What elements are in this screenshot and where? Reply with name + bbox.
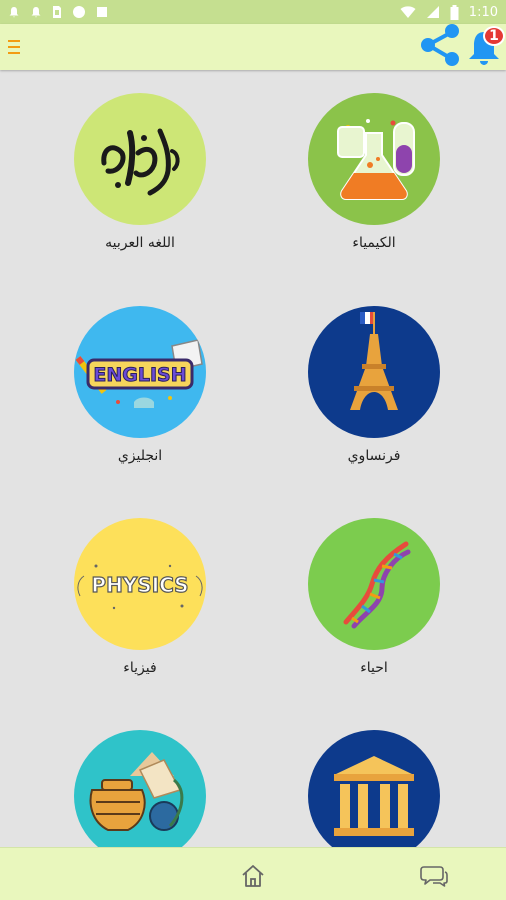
physics-text-icon: PHYSICS [74,518,206,650]
sim-card-icon [53,6,61,18]
svg-text:ENGLISH: ENGLISH [93,364,186,386]
subject-label: فيزياء [123,660,157,676]
notification-badge: 1 [483,26,505,46]
home-icon[interactable] [240,863,266,889]
subject-label: انجليزي [117,448,163,464]
wifi-icon [400,6,416,18]
svg-text:PHYSICS: PHYSICS [91,573,188,597]
chemistry-flasks-icon [308,93,440,225]
history-artifacts-icon [74,730,206,847]
subject-label: فرنساوي [347,448,401,464]
status-right-icons: 1:10 [400,4,498,20]
subjects-grid: الكيمياء اللغه العربيه فرنساوي ENGLISH ا… [0,70,506,847]
bottom-navigation [0,847,506,900]
dna-helix-icon [308,518,440,650]
arabic-calligraphy-icon [74,93,206,225]
english-book-icon: ENGLISH [74,306,206,438]
chat-icon[interactable] [420,863,448,889]
status-left-icons [8,5,108,19]
square-status-icon [97,7,107,17]
notification-bell-icon [31,7,41,18]
menu-icon[interactable] [6,37,22,57]
signal-icon [426,6,439,18]
subject-label: الكيمياء [352,235,396,251]
status-bar: 1:10 [0,0,506,24]
battery-icon [450,4,459,20]
circle-status-icon [73,6,85,18]
subject-label: اللغه العربيه [105,235,175,251]
status-time: 1:10 [468,4,498,20]
share-icon[interactable] [418,22,462,68]
subject-label: احياء [360,660,388,676]
greek-temple-icon [308,730,440,847]
notification-bell-icon [9,7,19,18]
eiffel-tower-icon [308,306,440,438]
